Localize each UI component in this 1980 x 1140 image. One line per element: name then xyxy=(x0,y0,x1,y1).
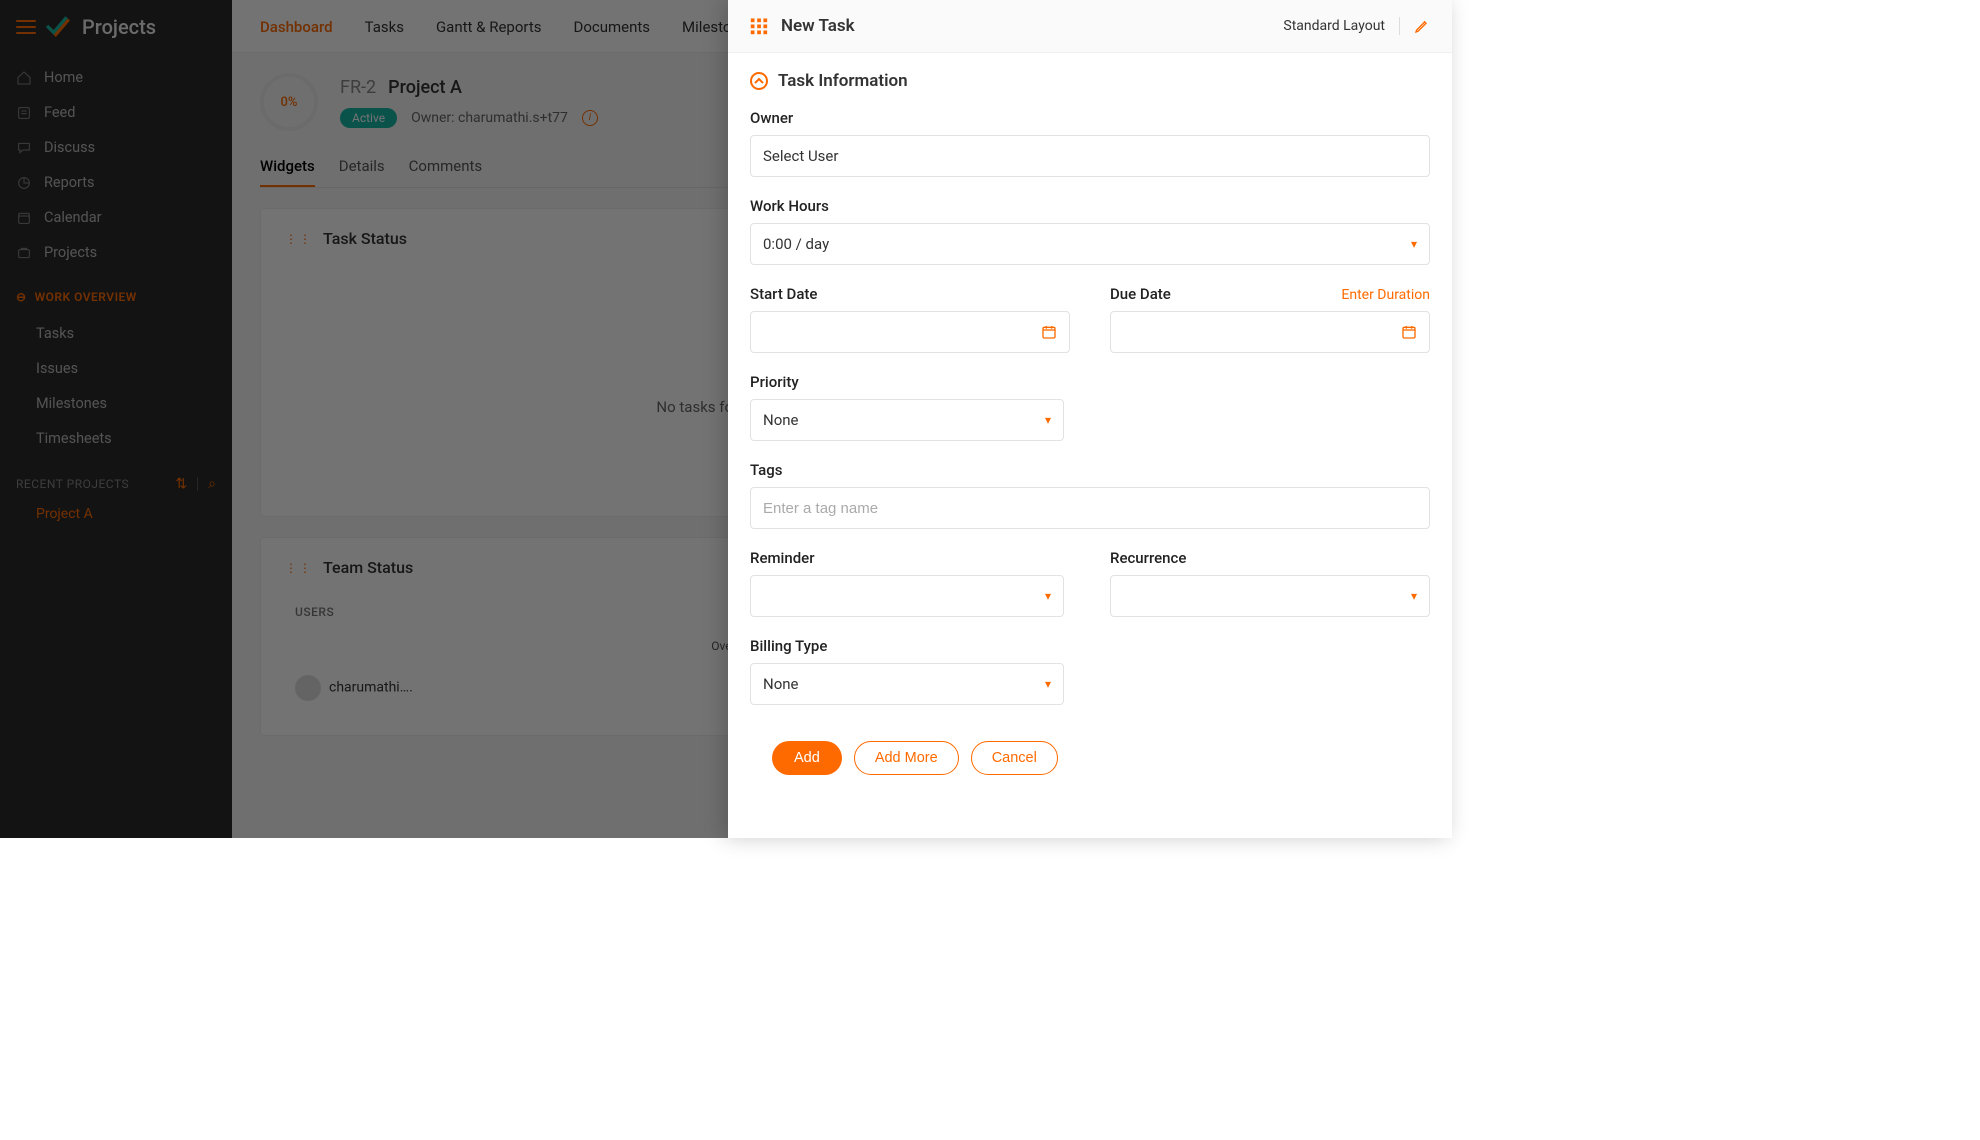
chevron-down-icon: ▾ xyxy=(1045,677,1051,691)
chevron-down-icon: ▾ xyxy=(1045,413,1051,427)
layout-selector[interactable]: Standard Layout xyxy=(1283,18,1385,34)
tags-label: Tags xyxy=(750,461,1430,479)
panel-title: New Task xyxy=(781,16,855,36)
owner-select[interactable]: Select User xyxy=(750,135,1430,177)
tags-text-field[interactable] xyxy=(763,500,1417,517)
separator xyxy=(1399,17,1400,35)
work-hours-select[interactable]: 0:00 / day ▾ xyxy=(750,223,1430,265)
tags-input[interactable] xyxy=(750,487,1430,529)
chevron-down-icon: ▾ xyxy=(1411,589,1417,603)
chevron-down-icon: ▾ xyxy=(1411,237,1417,251)
billing-select[interactable]: None ▾ xyxy=(750,663,1064,705)
priority-select[interactable]: None ▾ xyxy=(750,399,1064,441)
calendar-icon xyxy=(1401,324,1417,340)
owner-label: Owner xyxy=(750,109,1430,127)
calendar-icon xyxy=(1041,324,1057,340)
start-date-label: Start Date xyxy=(750,285,1070,303)
new-task-panel: ▪▪▪▪▪▪▪▪▪ New Task Standard Layout Task … xyxy=(728,0,1452,838)
enter-duration-link[interactable]: Enter Duration xyxy=(1341,287,1430,303)
panel-body: Task Information Owner Select User Work … xyxy=(728,53,1452,838)
reminder-label: Reminder xyxy=(750,549,1070,567)
start-date-input[interactable] xyxy=(750,311,1070,353)
due-date-label: Due Date xyxy=(1110,285,1171,303)
panel-header: ▪▪▪▪▪▪▪▪▪ New Task Standard Layout xyxy=(728,0,1452,53)
due-date-input[interactable] xyxy=(1110,311,1430,353)
chevron-up-icon xyxy=(750,72,768,90)
recurrence-select[interactable]: ▾ xyxy=(1110,575,1430,617)
chevron-down-icon: ▾ xyxy=(1045,589,1051,603)
priority-label: Priority xyxy=(750,373,1430,391)
billing-label: Billing Type xyxy=(750,637,1430,655)
recurrence-label: Recurrence xyxy=(1110,549,1430,567)
panel-footer: Add Add More Cancel xyxy=(750,725,1430,797)
add-more-button[interactable]: Add More xyxy=(854,741,959,775)
section-task-info[interactable]: Task Information xyxy=(750,71,1430,91)
work-hours-label: Work Hours xyxy=(750,197,1430,215)
cancel-button[interactable]: Cancel xyxy=(971,741,1058,775)
apps-grid-icon[interactable]: ▪▪▪▪▪▪▪▪▪ xyxy=(750,17,769,35)
reminder-select[interactable]: ▾ xyxy=(750,575,1064,617)
add-button[interactable]: Add xyxy=(772,741,842,775)
edit-icon[interactable] xyxy=(1414,18,1430,34)
